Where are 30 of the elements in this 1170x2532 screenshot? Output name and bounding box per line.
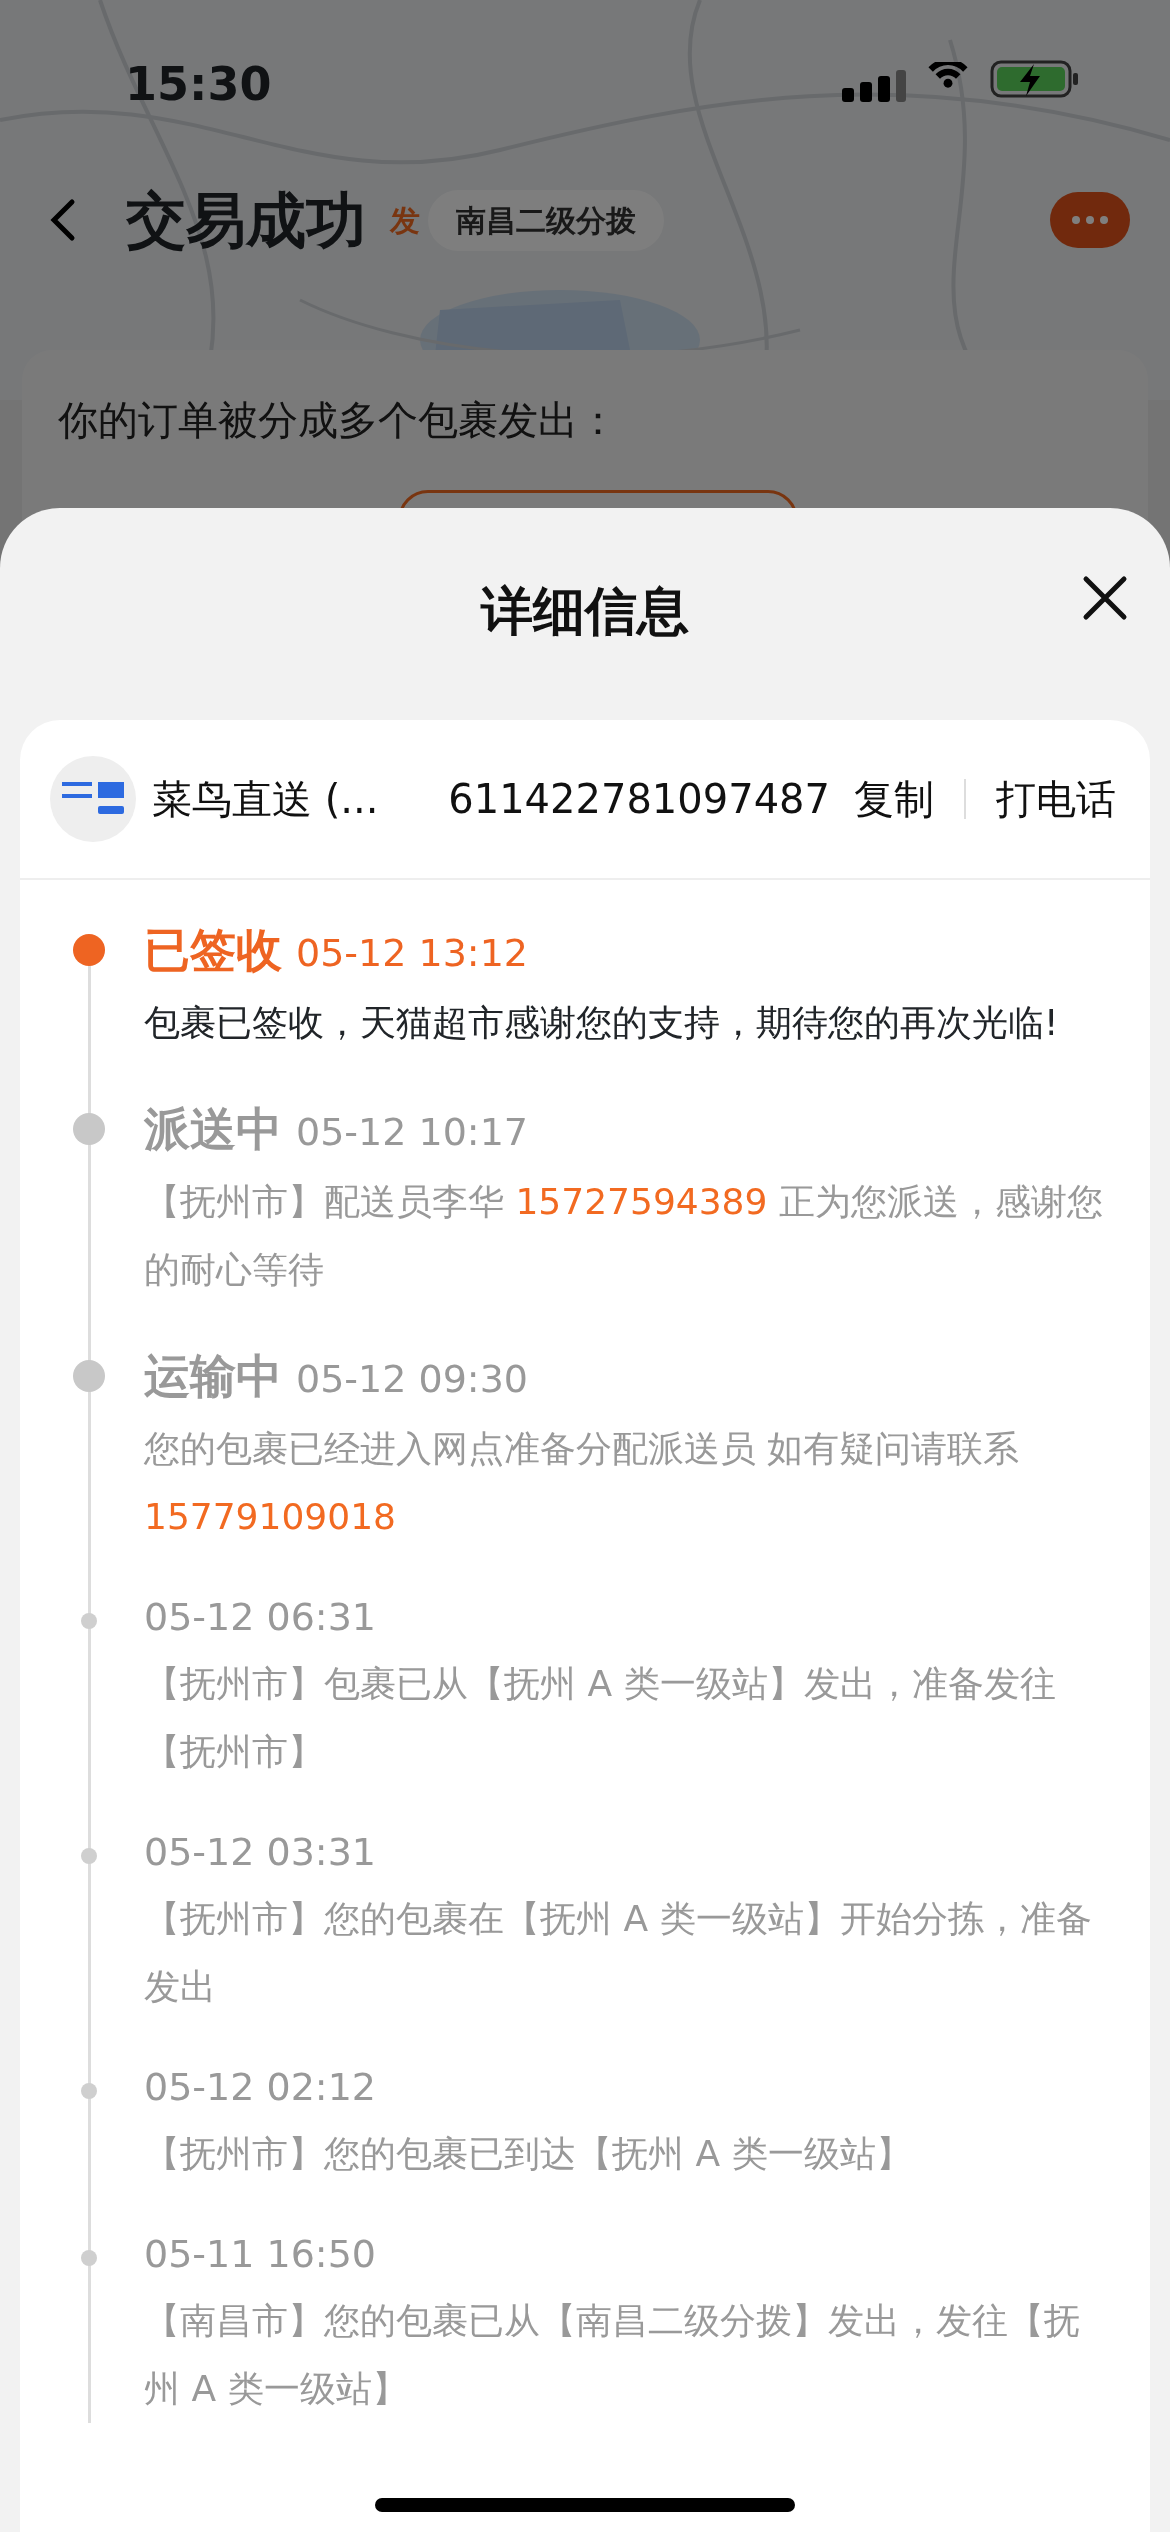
event-time: 05-12 10:17: [296, 1109, 528, 1156]
event-time: 05-11 16:50: [144, 2231, 376, 2278]
event-time: 05-12 13:12: [296, 930, 528, 977]
page-title: 交易成功: [126, 184, 366, 257]
chip-prefix-text: 发: [390, 201, 420, 240]
back-icon[interactable]: [50, 198, 76, 242]
battery-icon: [990, 60, 1080, 98]
copy-link[interactable]: 复制: [854, 769, 934, 829]
event-status: 已签收: [144, 922, 282, 979]
event-time: 05-12 06:31: [144, 1594, 376, 1641]
event-status: 运输中: [144, 1348, 282, 1405]
event-description: 包裹已签收，天猫超市感谢您的支持，期待您的再次光临!: [144, 1001, 1060, 1045]
event-status: 派送中: [144, 1101, 282, 1158]
event-description: 【抚州市】您的包裹已到达【抚州 A 类一级站】: [144, 2132, 913, 2176]
location-chip: 南昌二级分拨: [428, 189, 664, 251]
event-time: 05-12 09:30: [296, 1356, 528, 1403]
tracking-number: 611422781097487: [448, 775, 830, 824]
event-time: 05-12 03:31: [144, 1829, 376, 1876]
event-description: 【南昌市】您的包裹已从【南昌二级分拨】发出，发往【抚州 A 类一级站】: [144, 2299, 1081, 2411]
event-description: 【抚州市】配送员李华 15727594389 正为您派送，感谢您的耐心等待: [144, 1180, 1104, 1292]
event-description: 【抚州市】包裹已从【抚州 A 类一级站】发出，准备发往【抚州市】: [144, 1662, 1057, 1774]
status-time: 15:30: [125, 56, 272, 113]
event-time: 05-12 02:12: [144, 2064, 376, 2111]
sheet-title: 详细信息: [481, 579, 689, 643]
order-split-text: 你的订单被分成多个包裹发出：: [58, 396, 619, 445]
more-icon: [1070, 215, 1110, 225]
event-description: 【抚州市】您的包裹在【抚州 A 类一级站】开始分拣，准备发出: [144, 1897, 1093, 2009]
carrier-name: 菜鸟直送 (...: [152, 775, 379, 824]
call-link[interactable]: 打电话: [996, 769, 1116, 829]
event-description: 您的包裹已经进入网点准备分配派送员 如有疑问请联系 15779109018: [144, 1427, 1021, 1539]
